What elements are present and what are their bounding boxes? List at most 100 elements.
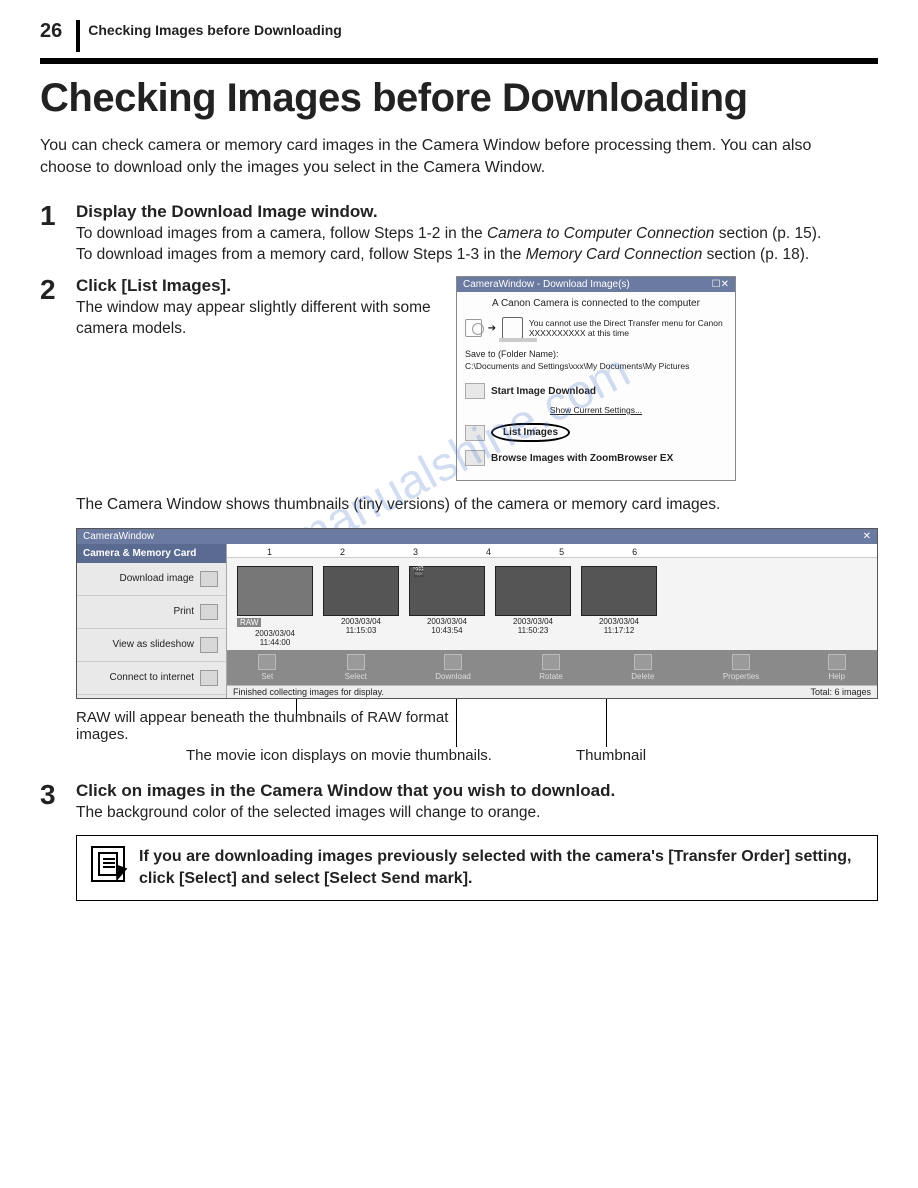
sidebar-tab: Camera & Memory Card xyxy=(77,544,226,563)
step-number: 2 xyxy=(40,276,76,304)
step-2: 2 Click [List Images]. The window may ap… xyxy=(40,276,878,481)
step-1-tail-a: section (p. 15). xyxy=(714,225,821,242)
thumb-title: CameraWindow xyxy=(83,531,154,542)
step-2-text: The window may appear slightly different… xyxy=(76,298,436,340)
thumbnail: 🎬 2003/03/0410:43:54 xyxy=(409,566,485,648)
step-2-title: Click [List Images]. xyxy=(76,276,436,296)
ruler-tick: 4 xyxy=(486,547,491,557)
list-images-action: List Images xyxy=(465,419,727,446)
tool-label: Properties xyxy=(723,672,759,681)
step-1-tail-b: section (p. 18). xyxy=(702,246,809,263)
download-icon xyxy=(465,383,485,399)
sidebar-download: Download image xyxy=(77,563,226,596)
thumbnail-image xyxy=(323,566,399,616)
step-1-em-b: Memory Card Connection xyxy=(526,246,703,263)
header-divider xyxy=(76,20,80,52)
tool-set: Set xyxy=(258,654,276,681)
running-head: Checking Images before Downloading xyxy=(88,20,342,38)
step-1-text-b: To download images from a memory card, f… xyxy=(76,246,526,263)
camerawindow-thumbnail-figure: CameraWindow ✕ Camera & Memory Card Down… xyxy=(76,528,878,699)
annotation-raw: RAW will appear beneath the thumbnails o… xyxy=(76,709,456,743)
status-right: Total: 6 images xyxy=(810,687,871,697)
download-icon xyxy=(444,654,462,670)
thumbnail-image xyxy=(581,566,657,616)
download-icon xyxy=(200,571,218,587)
thumbnail-date: 2003/03/0410:43:54 xyxy=(409,618,485,636)
list-images-label: List Images xyxy=(503,427,558,438)
thumbnail-image xyxy=(495,566,571,616)
dialog-titlebar: CameraWindow - Download Image(s) ☐✕ xyxy=(457,277,735,292)
note-box: If you are downloading images previously… xyxy=(76,835,878,900)
thumbnail: RAW 2003/03/0411:44:00 xyxy=(237,566,313,648)
close-icon: ✕ xyxy=(863,531,871,542)
after-figure-text: The Camera Window shows thumbnails (tiny… xyxy=(76,495,878,516)
thumb-toolbar: Set Select Download Rotate Delete Proper… xyxy=(227,650,877,685)
camera-icon xyxy=(465,319,482,337)
internet-icon xyxy=(200,670,218,686)
window-controls-icon: ☐✕ xyxy=(712,279,729,290)
connected-message: A Canon Camera is connected to the compu… xyxy=(465,298,727,309)
thumbnail-date: 2003/03/0411:44:00 xyxy=(237,630,313,648)
page-title: Checking Images before Downloading xyxy=(40,76,878,121)
transfer-row: ➔ You cannot use the Direct Transfer men… xyxy=(465,317,727,339)
annotation-thumbnail: Thumbnail xyxy=(576,747,646,764)
thumbnail-date: 2003/03/0411:15:03 xyxy=(323,618,399,636)
step-1-text: To download images from a camera, follow… xyxy=(76,224,878,266)
callout-line xyxy=(606,699,607,747)
arrow-icon: ➔ xyxy=(488,323,496,334)
tool-delete: Delete xyxy=(631,654,654,681)
show-settings-link: Show Current Settings... xyxy=(465,405,727,415)
page-number: 26 xyxy=(40,20,62,43)
thumbnail-strip: RAW 2003/03/0411:44:00 2003/03/0411:15:0… xyxy=(227,558,877,650)
thumb-titlebar: CameraWindow ✕ xyxy=(77,529,877,544)
thumbnail-image xyxy=(237,566,313,616)
tool-label: Set xyxy=(261,672,273,681)
tool-rotate: Rotate xyxy=(539,654,563,681)
step-number: 1 xyxy=(40,202,76,230)
callout-line xyxy=(456,699,457,747)
status-left: Finished collecting images for display. xyxy=(233,687,384,697)
tool-properties: Properties xyxy=(723,654,759,681)
ruler-tick: 1 xyxy=(267,547,272,557)
browse-icon xyxy=(465,450,485,466)
tool-label: Help xyxy=(828,672,844,681)
movie-icon: 🎬 xyxy=(410,565,426,580)
save-to-path: C:\Documents and Settings\xxx\My Documen… xyxy=(465,361,727,371)
step-1-em-a: Camera to Computer Connection xyxy=(487,225,714,242)
save-to-label: Save to (Folder Name): xyxy=(465,349,727,359)
slideshow-icon xyxy=(200,637,218,653)
list-icon xyxy=(465,425,485,441)
raw-badge: RAW xyxy=(237,618,261,627)
camerawindow-dialog-figure: CameraWindow - Download Image(s) ☐✕ A Ca… xyxy=(456,276,736,481)
status-bar: Finished collecting images for display. … xyxy=(227,685,877,698)
tool-help: Help xyxy=(828,654,846,681)
sidebar-item-label: Download image xyxy=(120,573,195,584)
thumbnail-image: 🎬 xyxy=(409,566,485,616)
step-3-title: Click on images in the Camera Window tha… xyxy=(76,781,878,801)
sidebar-item-label: Print xyxy=(173,606,194,617)
tool-label: Rotate xyxy=(539,672,563,681)
laptop-icon xyxy=(502,317,523,339)
sidebar-internet: Connect to internet xyxy=(77,662,226,695)
tool-label: Delete xyxy=(631,672,654,681)
step-3-text: The background color of the selected ima… xyxy=(76,803,878,824)
figure-annotations: RAW will appear beneath the thumbnails o… xyxy=(76,699,878,769)
start-download-action: Start Image Download xyxy=(465,379,727,403)
page-header: 26 Checking Images before Downloading xyxy=(40,20,878,52)
sidebar-print: Print xyxy=(77,596,226,629)
annotation-movie: The movie icon displays on movie thumbna… xyxy=(186,747,492,764)
properties-icon xyxy=(732,654,750,670)
tool-download: Download xyxy=(435,654,471,681)
delete-icon xyxy=(634,654,652,670)
ruler-tick: 3 xyxy=(413,547,418,557)
thumbnail: 2003/03/0411:17:12 xyxy=(581,566,657,648)
thumbnail: 2003/03/0411:15:03 xyxy=(323,566,399,648)
step-number: 3 xyxy=(40,781,76,809)
thumbnail-date: 2003/03/0411:17:12 xyxy=(581,618,657,636)
ruler-tick: 5 xyxy=(559,547,564,557)
transfer-text: You cannot use the Direct Transfer menu … xyxy=(529,318,727,338)
tool-label: Select xyxy=(345,672,367,681)
tool-select: Select xyxy=(345,654,367,681)
print-icon xyxy=(200,604,218,620)
sidebar-item-label: Connect to internet xyxy=(110,672,195,683)
